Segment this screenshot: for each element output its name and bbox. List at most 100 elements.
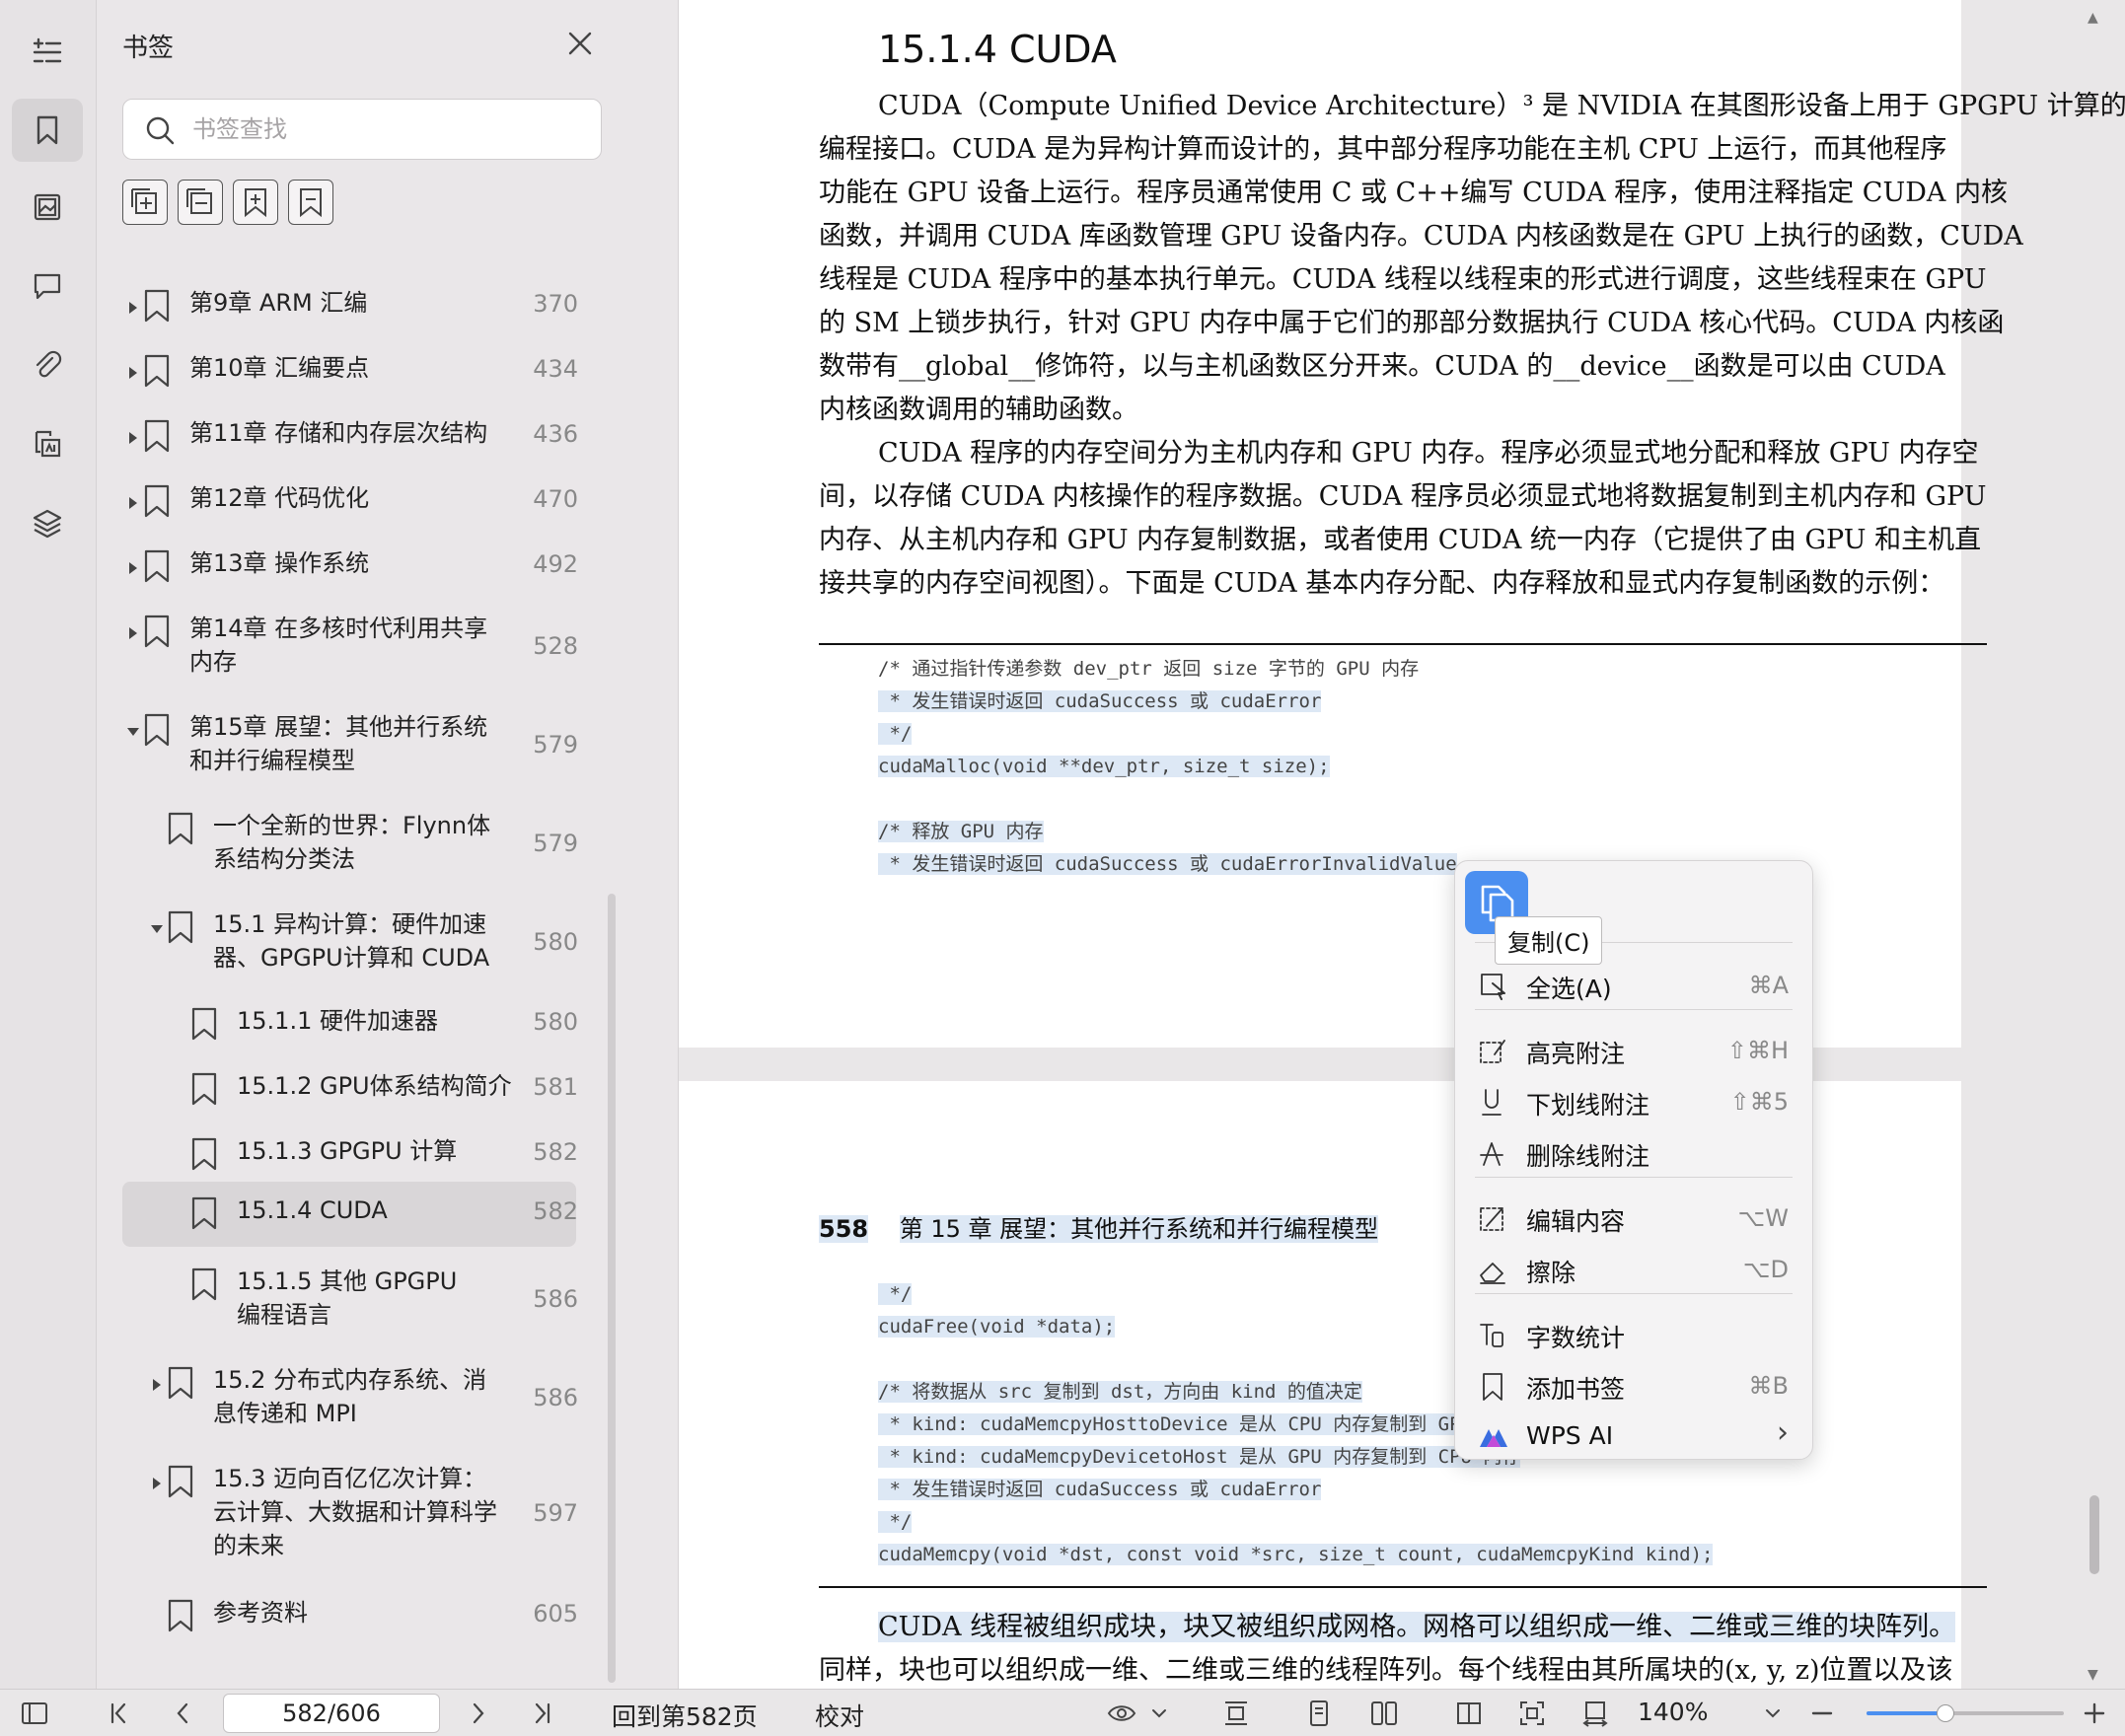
context-menu-item[interactable]: WPS AI ›	[1455, 1413, 1812, 1463]
remove-bookmark-button[interactable]	[288, 180, 333, 225]
code-text: /* 通过指针传递参数 dev_ptr 返回 size 字节的 GPU 内存	[878, 658, 1420, 680]
code-line: /* 通过指针传递参数 dev_ptr 返回 size 字节的 GPU 内存	[878, 653, 1457, 686]
bookmark-item[interactable]: 第14章 在多核时代利用共享 内存 528	[97, 614, 649, 687]
context-menu-item[interactable]: 高亮附注 ⇧⌘H	[1455, 1027, 1812, 1076]
caret-right-icon[interactable]	[126, 625, 140, 639]
attachments-tab-button[interactable]	[12, 333, 83, 397]
bookmark-label: 15.1.2 GPU体系结构简介	[237, 1069, 512, 1103]
continuous-view-button[interactable]	[1221, 1698, 1251, 1729]
layers-tab-button[interactable]	[12, 491, 83, 554]
single-page-button[interactable]	[1304, 1698, 1334, 1729]
last-page-icon	[535, 1702, 550, 1724]
eye-dropdown-button[interactable]	[1144, 1698, 1174, 1729]
first-page-icon	[110, 1702, 126, 1724]
bookmark-item[interactable]: 15.1.3 GPGPU 计算 582	[97, 1136, 649, 1176]
bookmark-item[interactable]: 15.1.1 硬件加速器 580	[97, 1006, 649, 1046]
go-back-to-page-button[interactable]: 回到第582页	[612, 1698, 758, 1733]
context-menu-item[interactable]: 擦除 ⌥D	[1455, 1246, 1812, 1295]
panel-scrollbar[interactable]	[608, 894, 616, 1683]
previous-page-button[interactable]	[168, 1698, 197, 1729]
signature-tab-button[interactable]	[12, 412, 83, 475]
caret-down-icon[interactable]	[150, 921, 164, 935]
fit-page-button[interactable]	[1517, 1698, 1547, 1729]
paragraph-3-line-1: CUDA 线程被组织成块，块又被组织成网格。网格可以组织成一维、二维或三维的块阵…	[878, 1612, 1956, 1642]
context-menu-item[interactable]: 字数统计	[1455, 1311, 1812, 1360]
minus-icon	[1811, 1711, 1833, 1715]
fit-width-icon	[1582, 1701, 1608, 1727]
context-menu-item[interactable]: 删除线附注	[1455, 1129, 1812, 1179]
double-page-button[interactable]	[1369, 1698, 1399, 1729]
bookmark-item[interactable]: 第11章 存储和内存层次结构 436	[97, 418, 649, 458]
bookmark-page-number: 586	[533, 1384, 578, 1411]
bookmark-search-box[interactable]	[122, 99, 602, 160]
chevron-right-icon	[473, 1702, 484, 1724]
zoom-slider-thumb[interactable]	[1937, 1704, 1954, 1722]
bookmark-item[interactable]: 15.1 异构计算：硬件加速 器、GPGPU计算和 CUDA 580	[97, 909, 649, 982]
context-menu-item[interactable]: 添加书签 ⌘B	[1455, 1362, 1812, 1411]
context-menu-item[interactable]: 下划线附注 ⇧⌘5	[1455, 1078, 1812, 1127]
bookmark-item[interactable]: 第13章 操作系统 492	[97, 548, 649, 588]
paperclip-icon	[36, 350, 62, 378]
code-rule-top	[819, 643, 1987, 645]
outline-toggle-button[interactable]	[12, 20, 83, 83]
chevron-right-icon: ›	[1777, 1415, 1789, 1450]
bookmark-item[interactable]: 一个全新的世界：Flynn体 系结构分类法 579	[97, 811, 649, 884]
expand-all-button[interactable]	[122, 180, 168, 225]
caret-right-icon[interactable]	[126, 365, 140, 379]
close-icon[interactable]	[562, 26, 598, 61]
zoom-in-button[interactable]	[2080, 1698, 2109, 1729]
bookmark-item[interactable]: 15.3 迈向百亿亿次计算： 云计算、大数据和计算科学 的未来 597	[97, 1464, 649, 1570]
bookmark-item[interactable]: 15.2 分布式内存系统、消 息传递和 MPI 586	[97, 1365, 649, 1438]
scroll-up-arrow[interactable]: ▲	[2088, 10, 2098, 26]
bookmarks-tab-button[interactable]	[12, 99, 83, 162]
context-menu-item[interactable]: 全选(A) ⌘A	[1455, 962, 1812, 1011]
paragraph-line: 功能在 GPU 设备上运行。程序员通常使用 C 或 C++编写 CUDA 程序，…	[819, 178, 2008, 208]
bookmark-item[interactable]: 第10章 汇编要点 434	[97, 353, 649, 393]
bookmark-item[interactable]: 15.1.2 GPU体系结构简介 581	[97, 1071, 649, 1111]
zoom-level[interactable]: 140%	[1638, 1698, 1708, 1726]
bookmark-item[interactable]: 参考资料 605	[97, 1598, 649, 1637]
bookmark-icon	[166, 1598, 195, 1633]
caret-right-icon[interactable]	[150, 1377, 164, 1391]
proofread-button[interactable]: 校对	[815, 1698, 864, 1733]
zoom-dropdown-button[interactable]	[1758, 1698, 1788, 1729]
bookmark-icon	[189, 1071, 219, 1107]
first-page-button[interactable]	[105, 1698, 134, 1729]
bookmark-item[interactable]: 15.1.4 CUDA 582	[122, 1182, 578, 1247]
bookmark-search-input[interactable]	[192, 109, 577, 149]
caret-right-icon[interactable]	[150, 1476, 164, 1489]
bookmark-item[interactable]: 15.1.5 其他 GPGPU 编程语言 586	[97, 1266, 649, 1339]
code-line: * 发生错误时返回 cudaSuccess 或 cudaError	[878, 686, 1457, 718]
caret-down-icon[interactable]	[126, 724, 140, 738]
fit-width-button[interactable]	[1580, 1698, 1610, 1729]
zoom-slider[interactable]	[1867, 1704, 2064, 1722]
eye-view-button[interactable]	[1107, 1698, 1136, 1729]
book-view-button[interactable]	[1454, 1698, 1484, 1729]
chevron-down-icon	[1152, 1709, 1166, 1718]
bookmark-item[interactable]: 第12章 代码优化 470	[97, 483, 649, 523]
last-page-button[interactable]	[527, 1698, 556, 1729]
next-page-button[interactable]	[464, 1698, 493, 1729]
caret-right-icon[interactable]	[126, 495, 140, 509]
page-number-input[interactable]: 582/606	[223, 1694, 440, 1733]
zoom-out-button[interactable]	[1807, 1698, 1837, 1729]
bookmark-page-number: 605	[533, 1600, 578, 1628]
caret-right-icon[interactable]	[126, 430, 140, 444]
code-text: cudaMemcpy(void *dst, const void *src, s…	[878, 1544, 1714, 1565]
caret-right-icon[interactable]	[126, 300, 140, 314]
collapse-all-button[interactable]	[178, 180, 223, 225]
scroll-down-arrow[interactable]: ▼	[2088, 1667, 2098, 1683]
document-scrollbar-thumb[interactable]	[2089, 1495, 2099, 1574]
bookmark-label: 参考资料	[213, 1596, 308, 1629]
add-bookmark-button[interactable]	[233, 180, 278, 225]
book-view-icon	[1457, 1702, 1481, 1724]
bookmark-item[interactable]: 第9章 ARM 汇编 370	[97, 288, 649, 327]
comments-tab-button[interactable]	[12, 254, 83, 318]
bookmark-item[interactable]: 第15章 展望：其他并行系统 和并行编程模型 579	[97, 712, 649, 785]
thumbnails-tab-button[interactable]	[12, 176, 83, 239]
code-line: * 发生错误时返回 cudaSuccess 或 cudaError	[878, 1474, 1713, 1506]
caret-right-icon[interactable]	[126, 560, 140, 574]
context-menu-label: 添加书签	[1526, 1375, 1626, 1404]
context-menu-item[interactable]: 编辑内容 ⌥W	[1455, 1194, 1812, 1244]
sidebar-toggle-button[interactable]	[20, 1698, 49, 1729]
